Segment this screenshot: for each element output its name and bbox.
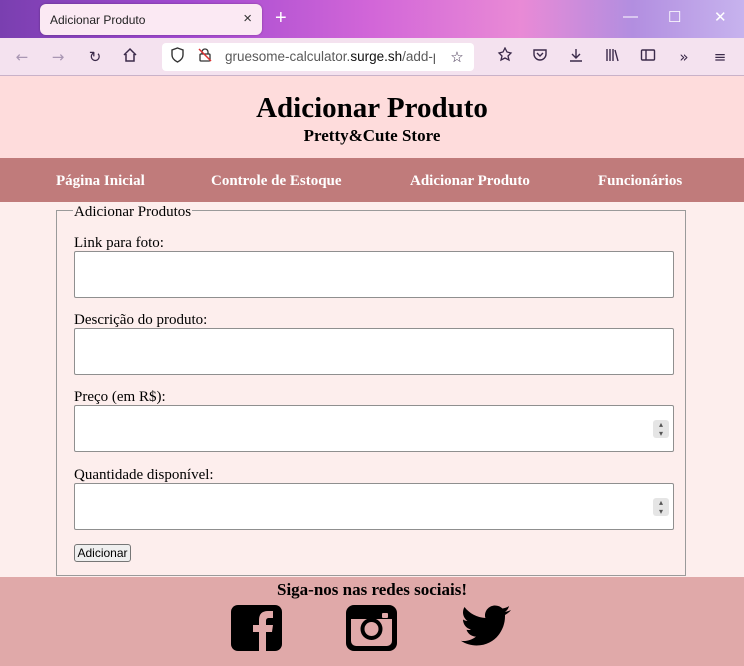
add-product-form: Adicionar Produtos Link para foto: Descr… bbox=[56, 204, 686, 576]
forward-icon[interactable]: → bbox=[48, 47, 68, 67]
close-tab-icon[interactable]: × bbox=[243, 10, 252, 27]
description-input[interactable] bbox=[74, 328, 674, 375]
hamburger-menu-icon[interactable]: ≡ bbox=[710, 47, 730, 67]
page-header: Adicionar Produto Pretty&Cute Store bbox=[0, 76, 744, 158]
download-icon[interactable] bbox=[566, 47, 586, 67]
sidebar-icon[interactable] bbox=[638, 47, 658, 67]
reload-icon[interactable]: ↻ bbox=[85, 47, 105, 67]
page-title: Adicionar Produto bbox=[256, 92, 488, 124]
new-tab-button[interactable]: + bbox=[275, 7, 287, 30]
main-menu: Página Inicial Controle de Estoque Adici… bbox=[0, 158, 744, 202]
menu-item-home[interactable]: Página Inicial bbox=[56, 173, 145, 190]
window-close-icon[interactable]: ✕ bbox=[714, 8, 727, 26]
shield-icon[interactable] bbox=[167, 47, 187, 67]
browser-tab[interactable]: Adicionar Produto × bbox=[40, 4, 262, 35]
maximize-icon[interactable]: ☐ bbox=[668, 8, 681, 26]
tab-title: Adicionar Produto bbox=[50, 13, 146, 27]
add-button[interactable]: Adicionar bbox=[74, 544, 131, 562]
quantity-stepper[interactable]: ▴ ▾ bbox=[653, 498, 669, 516]
url-text[interactable]: gruesome-calculator.surge.sh/add-p bbox=[225, 49, 435, 64]
bookmark-star-icon[interactable]: ☆ bbox=[447, 47, 467, 67]
price-stepper[interactable]: ▴ ▾ bbox=[653, 420, 669, 438]
instagram-icon[interactable] bbox=[346, 605, 397, 656]
overflow-chevron-icon[interactable]: » bbox=[674, 47, 694, 67]
follow-us-text: Siga-nos nas redes sociais! bbox=[276, 580, 467, 599]
insecure-lock-icon[interactable] bbox=[195, 47, 215, 67]
form-legend: Adicionar Produtos bbox=[73, 204, 193, 221]
menu-item-employees[interactable]: Funcionários bbox=[598, 173, 682, 190]
description-label: Descrição do produto: bbox=[74, 312, 208, 328]
page-footer: Siga-nos nas redes sociais! bbox=[0, 577, 744, 666]
back-icon[interactable]: ← bbox=[12, 47, 32, 67]
pocket-icon[interactable] bbox=[530, 47, 550, 67]
minimize-icon[interactable]: — bbox=[623, 8, 638, 25]
menu-item-add-product[interactable]: Adicionar Produto bbox=[410, 173, 530, 190]
photo-link-input[interactable] bbox=[74, 251, 674, 298]
quantity-input[interactable]: ▴ ▾ bbox=[74, 483, 674, 530]
photo-link-label: Link para foto: bbox=[74, 235, 164, 251]
menu-item-stock-control[interactable]: Controle de Estoque bbox=[211, 173, 342, 190]
twitter-icon[interactable] bbox=[461, 605, 512, 652]
home-icon[interactable] bbox=[120, 47, 140, 67]
price-label: Preço (em R$): bbox=[74, 389, 166, 405]
quantity-label: Quantidade disponível: bbox=[74, 467, 214, 483]
browser-titlebar: Adicionar Produto × + — ☐ ✕ bbox=[0, 0, 744, 38]
price-input[interactable]: ▴ ▾ bbox=[74, 405, 674, 452]
library-icon[interactable] bbox=[602, 47, 622, 67]
pocket-save-icon[interactable] bbox=[495, 46, 515, 67]
address-bar[interactable]: gruesome-calculator.surge.sh/add-p ☆ bbox=[162, 43, 474, 71]
store-name: Pretty&Cute Store bbox=[303, 126, 441, 145]
browser-navbar: ← → ↻ gruesome-calculator.surge.sh/add-p… bbox=[0, 38, 744, 76]
facebook-icon[interactable] bbox=[231, 605, 282, 656]
